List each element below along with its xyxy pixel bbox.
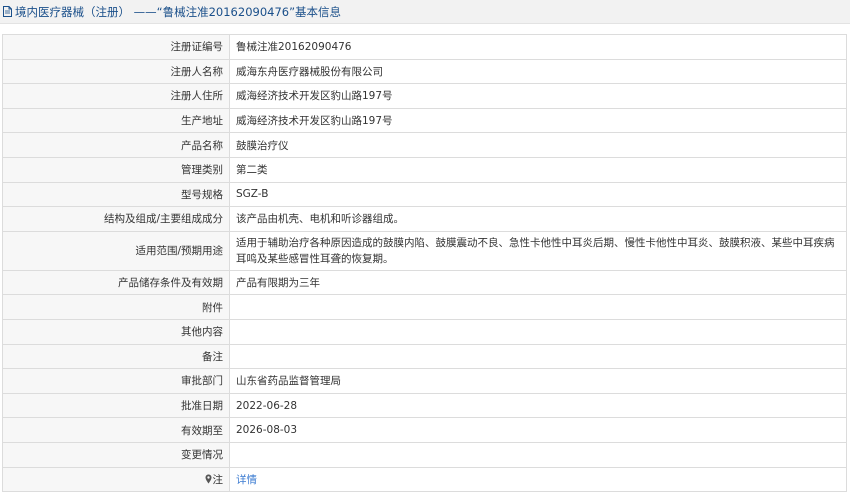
info-table: 注册证编号 鲁械注准20162090476 注册人名称 威海东舟医疗器械股份有限… bbox=[2, 34, 847, 493]
table-row-note: 注 详情 bbox=[2, 466, 847, 493]
row-label: 产品储存条件及有效期 bbox=[2, 269, 230, 296]
table-row: 批准日期 2022-06-28 bbox=[2, 392, 847, 419]
table-row: 注册证编号 鲁械注准20162090476 bbox=[2, 34, 847, 60]
row-value: 鼓膜治疗仪 bbox=[229, 132, 847, 158]
table-row: 产品储存条件及有效期 产品有限期为三年 bbox=[2, 269, 847, 296]
details-link[interactable]: 详情 bbox=[236, 474, 257, 486]
row-label: 附件 bbox=[2, 294, 230, 320]
row-label: 注册人住所 bbox=[2, 83, 230, 109]
row-label: 适用范围/预期用途 bbox=[2, 230, 230, 271]
row-value: 2026-08-03 bbox=[229, 417, 847, 443]
page-title: 境内医疗器械（注册） ——“鲁械注准20162090476”基本信息 bbox=[15, 4, 342, 19]
row-value bbox=[229, 343, 847, 370]
table-row: 结构及组成/主要组成成分 该产品由机壳、电机和听诊器组成。 bbox=[2, 206, 847, 232]
row-label: 生产地址 bbox=[2, 107, 230, 134]
row-label: 型号规格 bbox=[2, 181, 230, 208]
row-value: 第二类 bbox=[229, 156, 847, 183]
table-row: 审批部门 山东省药品监督管理局 bbox=[2, 368, 847, 394]
row-label: 产品名称 bbox=[2, 132, 230, 158]
row-label: 管理类别 bbox=[2, 156, 230, 183]
table-row: 管理类别 第二类 bbox=[2, 156, 847, 183]
table-row: 有效期至 2026-08-03 bbox=[2, 417, 847, 443]
table-row: 注册人住所 威海经济技术开发区豹山路197号 bbox=[2, 83, 847, 109]
document-icon bbox=[3, 6, 12, 17]
table-row: 型号规格 SGZ-B bbox=[2, 181, 847, 208]
row-value: SGZ-B bbox=[229, 181, 847, 208]
row-label: 审批部门 bbox=[2, 368, 230, 394]
table-row: 适用范围/预期用途 适用于辅助治疗各种原因造成的鼓膜内陷、鼓膜震动不良、急性卡他… bbox=[2, 230, 847, 271]
row-label: 其他内容 bbox=[2, 318, 230, 345]
table-row: 产品名称 鼓膜治疗仪 bbox=[2, 132, 847, 158]
row-value: 适用于辅助治疗各种原因造成的鼓膜内陷、鼓膜震动不良、急性卡他性中耳炎后期、慢性卡… bbox=[229, 230, 847, 271]
map-pin-icon bbox=[205, 474, 211, 484]
row-label: 备注 bbox=[2, 343, 230, 370]
table-row: 附件 bbox=[2, 294, 847, 320]
table-row: 变更情况 bbox=[2, 441, 847, 468]
row-value: 2022-06-28 bbox=[229, 392, 847, 419]
row-label: 注册人名称 bbox=[2, 58, 230, 85]
row-value: 威海经济技术开发区豹山路197号 bbox=[229, 107, 847, 134]
row-label: 批准日期 bbox=[2, 392, 230, 419]
row-value: 威海经济技术开发区豹山路197号 bbox=[229, 83, 847, 109]
note-label: 注 bbox=[212, 473, 224, 486]
row-value: 威海东舟医疗器械股份有限公司 bbox=[229, 58, 847, 85]
row-value: 产品有限期为三年 bbox=[229, 269, 847, 296]
row-label: 变更情况 bbox=[2, 441, 230, 468]
table-row: 其他内容 bbox=[2, 318, 847, 345]
row-value bbox=[229, 318, 847, 345]
row-value bbox=[229, 441, 847, 468]
table-row: 备注 bbox=[2, 343, 847, 370]
row-label: 结构及组成/主要组成成分 bbox=[2, 206, 230, 232]
row-value: 鲁械注准20162090476 bbox=[229, 34, 847, 60]
note-value-cell: 详情 bbox=[229, 466, 847, 493]
table-row: 生产地址 威海经济技术开发区豹山路197号 bbox=[2, 107, 847, 134]
row-value bbox=[229, 294, 847, 320]
note-label-cell: 注 bbox=[2, 466, 230, 493]
table-row: 注册人名称 威海东舟医疗器械股份有限公司 bbox=[2, 58, 847, 85]
row-label: 注册证编号 bbox=[2, 34, 230, 60]
row-value: 山东省药品监督管理局 bbox=[229, 368, 847, 394]
info-table-container: 注册证编号 鲁械注准20162090476 注册人名称 威海东舟医疗器械股份有限… bbox=[2, 34, 847, 493]
page-header: 境内医疗器械（注册） ——“鲁械注准20162090476”基本信息 bbox=[0, 0, 850, 24]
row-label: 有效期至 bbox=[2, 417, 230, 443]
row-value: 该产品由机壳、电机和听诊器组成。 bbox=[229, 206, 847, 232]
